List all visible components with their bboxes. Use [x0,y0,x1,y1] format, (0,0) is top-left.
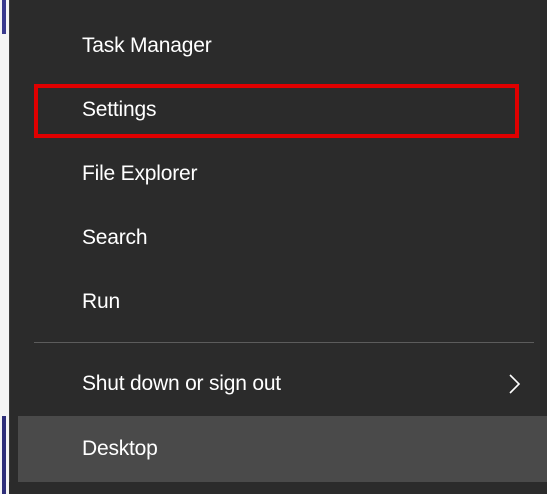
menu-item-label: Task Manager [82,34,212,57]
chevron-right-icon [509,374,521,394]
desktop-edge [0,0,9,494]
menu-item-label: Desktop [82,437,158,460]
menu-bottom-edge [9,482,547,494]
menu-item-settings[interactable]: Settings [18,78,547,142]
menu-item-label: File Explorer [82,162,198,185]
menu-item-shut-down-or-sign-out[interactable]: Shut down or sign out [18,352,547,416]
menu-item-desktop[interactable]: Desktop [18,416,547,482]
taskbar-accent-top [2,0,6,34]
menu-item-label: Settings [82,98,157,121]
menu-item-label: Shut down or sign out [82,372,281,395]
menu-separator [34,342,534,343]
power-user-context-menu: Task Manager Settings File Explorer Sear… [9,0,547,494]
menu-item-search[interactable]: Search [18,206,547,270]
menu-item-file-explorer[interactable]: File Explorer [18,142,547,206]
menu-item-task-manager[interactable]: Task Manager [18,14,547,78]
taskbar-accent-bottom [2,416,6,494]
menu-item-run[interactable]: Run [18,270,547,334]
menu-item-label: Run [82,290,120,313]
menu-item-label: Search [82,226,148,249]
